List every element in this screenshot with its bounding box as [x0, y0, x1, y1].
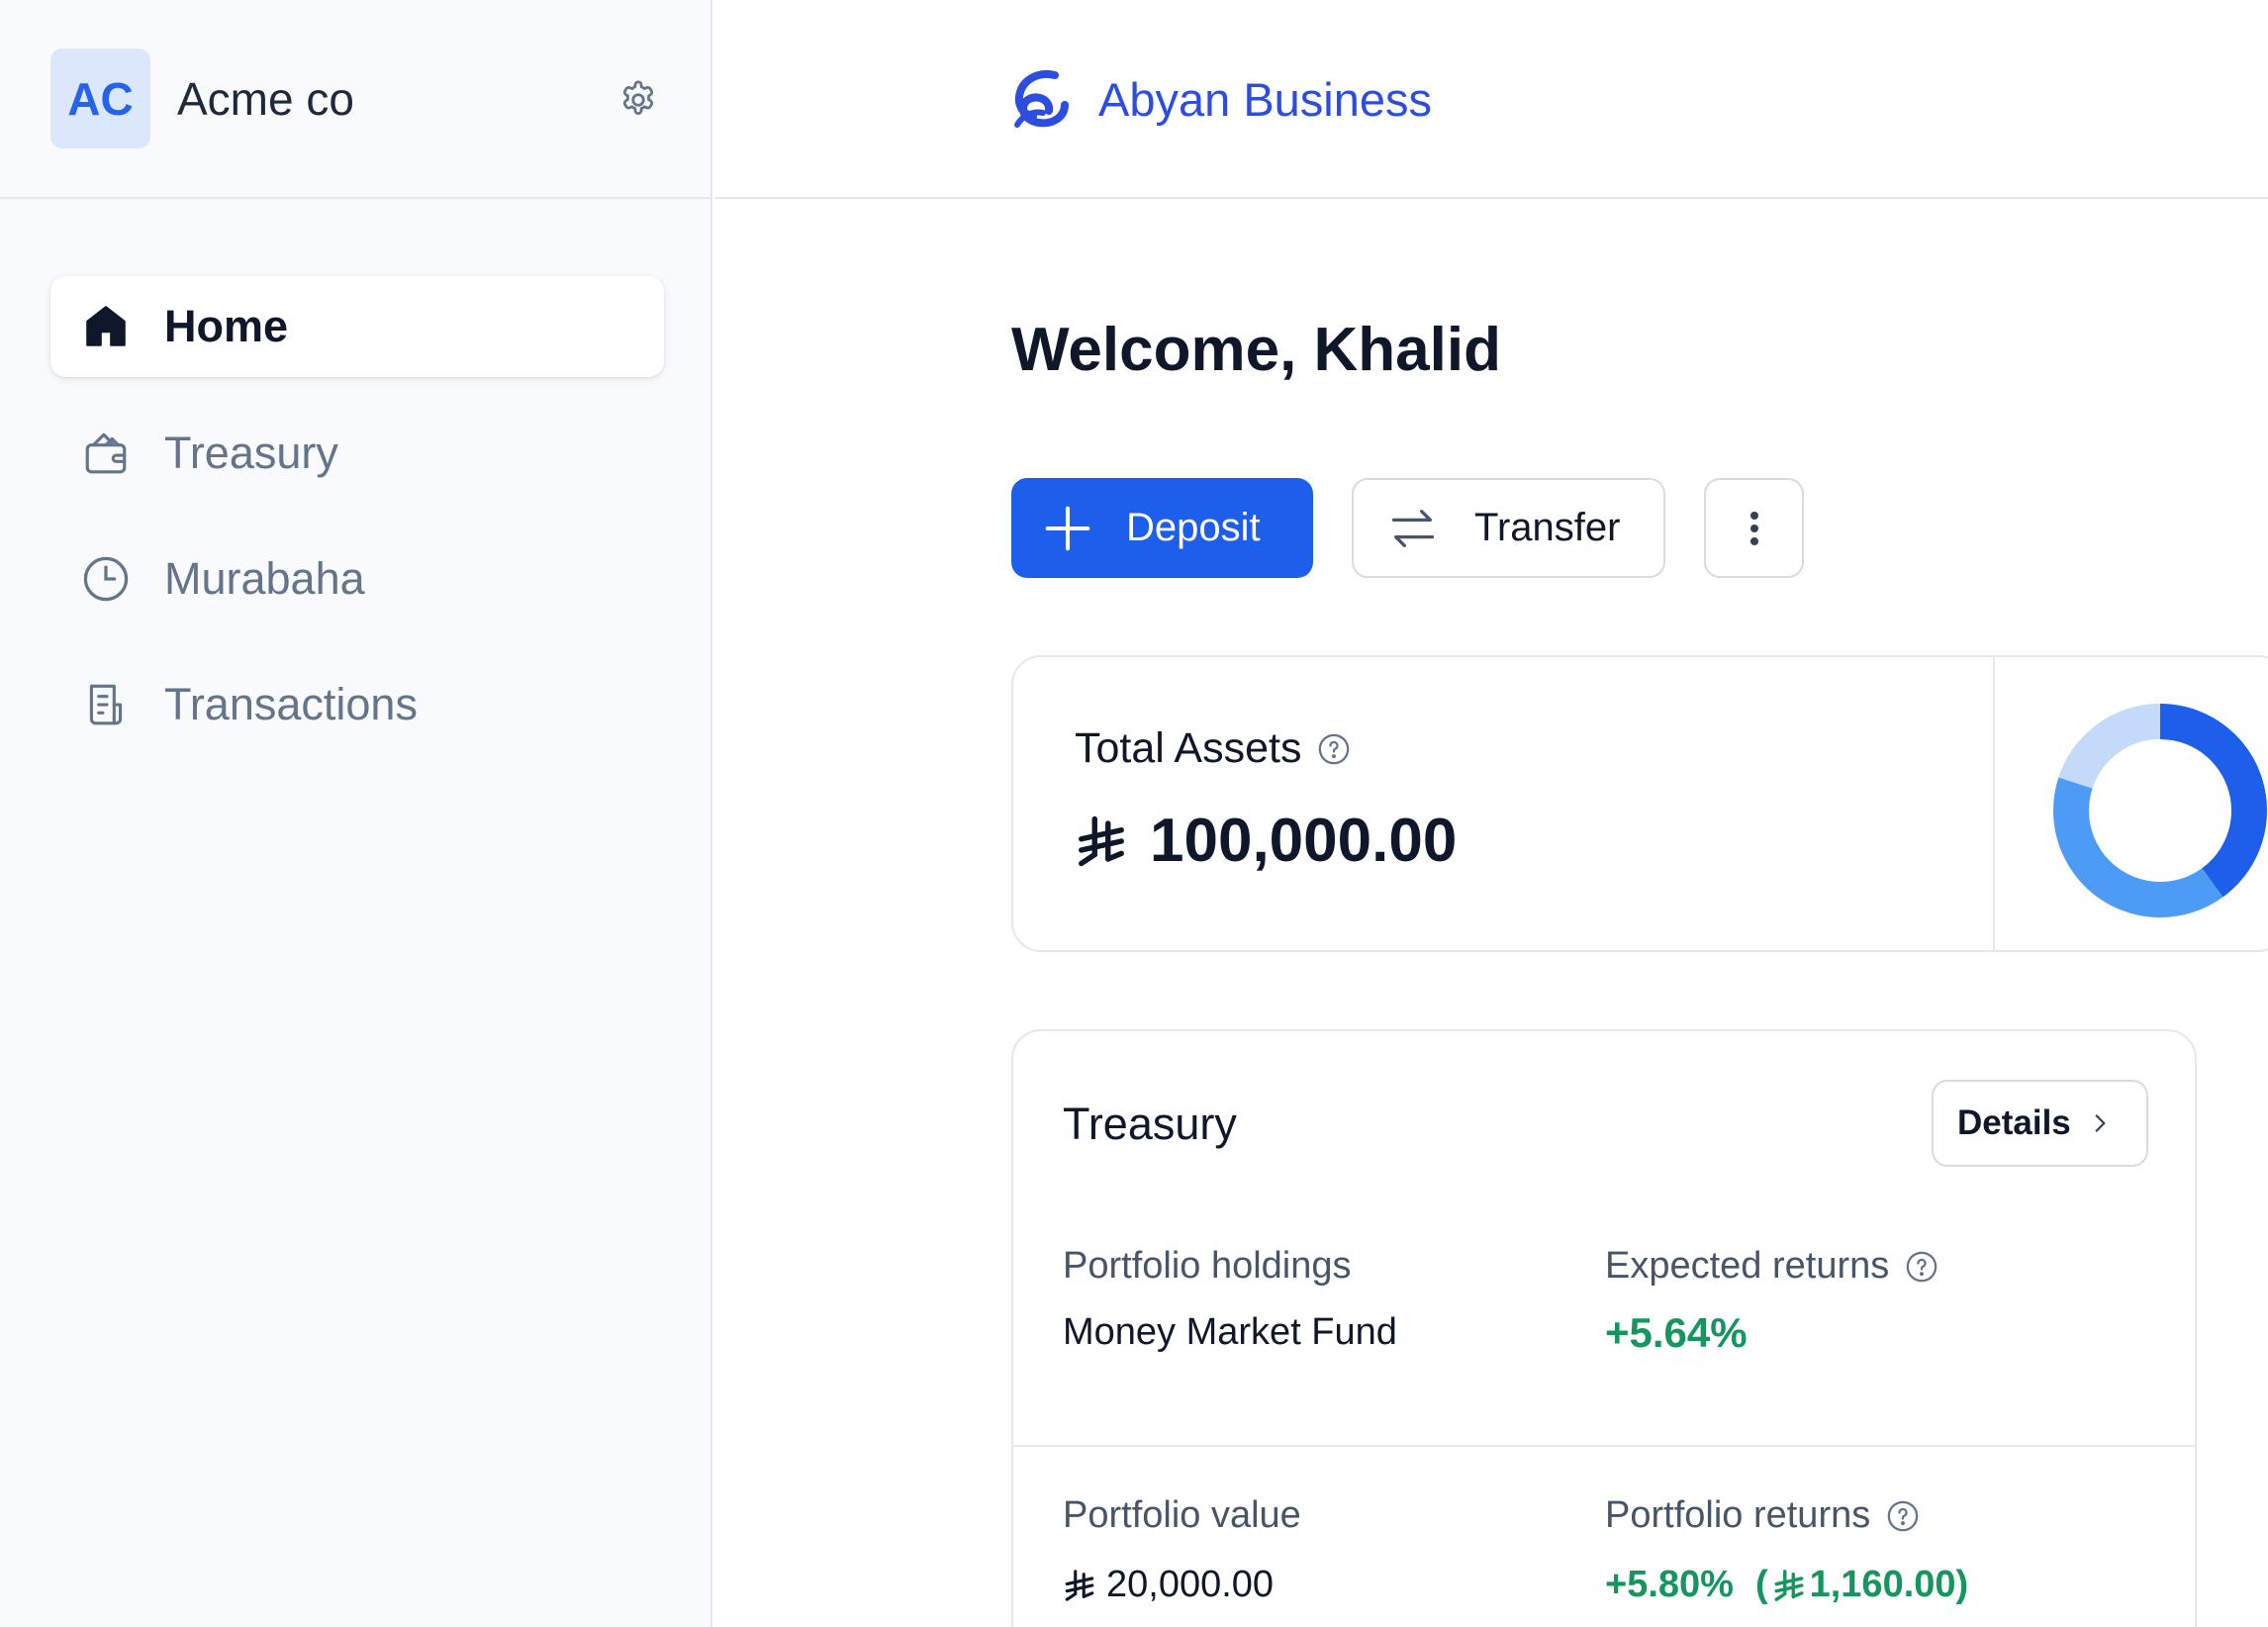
assets-donut-chart	[2053, 704, 2267, 917]
receipt-icon	[80, 679, 132, 730]
plus-icon	[1045, 506, 1090, 550]
portfolio-returns-pct: +5.80%	[1605, 1564, 1734, 1605]
portfolio-holdings-label: Portfolio holdings	[1063, 1245, 1352, 1287]
sidebar-nav: Home Treasury Murabaha Transactions	[0, 199, 710, 729]
more-vertical-icon	[1749, 511, 1758, 545]
riyal-symbol-icon	[1079, 815, 1124, 866]
brand[interactable]: Abyan Business	[1011, 69, 1432, 129]
expected-returns-label: Expected returns	[1605, 1245, 1890, 1287]
riyal-symbol-icon	[1774, 1569, 1804, 1601]
sidebar-item-label: Murabaha	[164, 553, 365, 604]
total-assets-label: Total Assets	[1075, 724, 1302, 772]
treasury-card: Treasury Details Portfolio holdings Mone…	[1011, 1029, 2197, 1627]
transfer-arrows-icon	[1391, 509, 1435, 547]
details-label: Details	[1957, 1103, 2071, 1142]
total-assets-title: Total Assets	[1075, 724, 1351, 773]
card-divider	[1993, 657, 1995, 950]
help-icon[interactable]	[1905, 1250, 1938, 1284]
portfolio-returns-value: +5.80% ( 1,160.00 )	[1605, 1564, 1968, 1606]
org-header: AC Acme co	[0, 0, 710, 199]
riyal-symbol-icon	[1065, 1569, 1094, 1601]
portfolio-value: 20,000.00	[1063, 1564, 1274, 1606]
deposit-label: Deposit	[1126, 506, 1261, 549]
deposit-button[interactable]: Deposit	[1011, 478, 1313, 578]
sidebar-item-treasury[interactable]: Treasury	[50, 403, 664, 504]
details-button[interactable]: Details	[1932, 1080, 2148, 1167]
wallet-icon	[80, 428, 132, 479]
sidebar-item-murabaha[interactable]: Murabaha	[50, 528, 664, 629]
sidebar-item-home[interactable]: Home	[50, 276, 664, 377]
portfolio-value-label: Portfolio value	[1063, 1494, 1301, 1536]
portfolio-returns-amount: 1,160.00	[1809, 1564, 1956, 1605]
sidebar: AC Acme co Home Treasury Murabaha Transa…	[0, 0, 712, 1627]
sidebar-item-label: Treasury	[164, 428, 338, 478]
org-name: Acme co	[177, 72, 354, 125]
sidebar-item-label: Transactions	[164, 679, 418, 729]
treasury-title: Treasury	[1063, 1099, 1237, 1149]
paren-close: )	[1955, 1564, 1969, 1605]
portfolio-holdings-value: Money Market Fund	[1063, 1311, 1397, 1353]
help-icon[interactable]	[1886, 1499, 1920, 1533]
expected-returns-heading: Expected returns	[1605, 1245, 1938, 1288]
portfolio-returns-label: Portfolio returns	[1605, 1494, 1871, 1536]
portfolio-returns-heading: Portfolio returns	[1605, 1494, 1920, 1537]
total-assets-amount: 100,000.00	[1075, 806, 1457, 876]
org-avatar[interactable]: AC	[50, 48, 150, 148]
brand-name: Abyan Business	[1098, 72, 1433, 126]
help-icon[interactable]	[1317, 732, 1351, 766]
expected-returns-value: +5.64%	[1605, 1309, 1748, 1356]
brand-logo-icon	[1014, 70, 1069, 128]
transfer-button[interactable]: Transfer	[1352, 478, 1665, 578]
total-assets-card: Total Assets 100,000.00	[1011, 655, 2268, 952]
total-assets-value: 100,000.00	[1150, 807, 1458, 875]
paren-open: (	[1754, 1564, 1768, 1605]
gear-icon[interactable]	[617, 79, 659, 121]
sidebar-item-transactions[interactable]: Transactions	[50, 654, 664, 755]
card-divider	[1013, 1445, 2195, 1447]
clock-icon	[80, 553, 132, 605]
home-icon	[80, 301, 132, 352]
more-options-button[interactable]	[1704, 478, 1804, 578]
page-title: Welcome, Khalid	[1011, 316, 1501, 384]
top-bar: Abyan Business	[714, 0, 2268, 199]
transfer-label: Transfer	[1474, 506, 1621, 549]
chevron-right-icon	[2095, 1114, 2106, 1132]
portfolio-value-amount: 20,000.00	[1106, 1564, 1275, 1605]
sidebar-item-label: Home	[164, 301, 289, 351]
